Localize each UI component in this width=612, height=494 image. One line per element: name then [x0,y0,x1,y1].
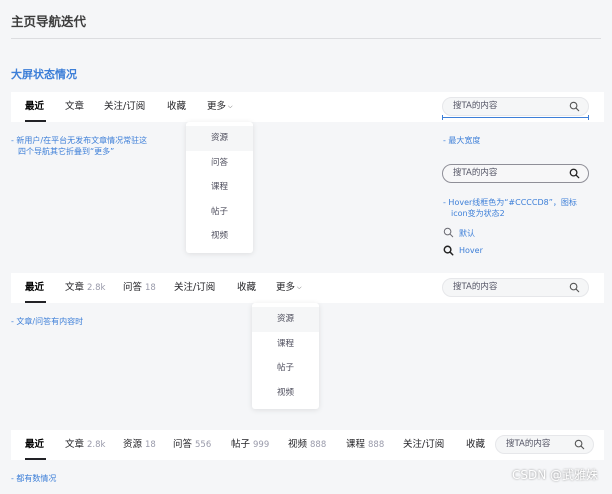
search-placeholder: 搜TA的内容 [453,101,498,111]
nav-tab-courses[interactable]: 课程 888 [346,430,384,460]
nav-tab-articles[interactable]: 文章 2.8k [65,430,105,460]
legend-default-label: 默认 [459,229,475,238]
nav-tab-label: 关注/订阅 [174,282,216,293]
nav-tab-recent[interactable]: 最近 [25,273,44,303]
nav-tab-articles[interactable]: 文章 [65,92,84,122]
nav-more-menu[interactable]: 更多 ⌵ [207,92,233,122]
search-input[interactable]: 搜TA的内容 [495,435,594,454]
dropdown-item-videos[interactable]: 视频 [186,224,253,249]
max-width-indicator [442,115,589,120]
nav-tab-count: 18 [145,440,156,450]
nav-tab-videos[interactable]: 视频 888 [288,430,326,460]
nav-tab-label: 视频 [288,439,308,450]
nav-tab-label: 收藏 [237,282,257,293]
nav-tab-following[interactable]: 关注/订阅 [403,430,444,460]
nav-tab-favorites[interactable]: 收藏 [167,92,186,122]
search-icon[interactable] [569,168,580,179]
dropdown-item-posts[interactable]: 帖子 [252,356,319,381]
page-title: 主页导航迭代 [11,14,87,29]
note-hover-line2: icon变为状态2 [451,209,505,218]
search-input[interactable]: 搜TA的内容 [442,97,589,116]
nav-tab-label: 最近 [25,439,45,450]
note-max-width: - 最大宽度 [443,136,481,145]
dropdown-item-resources[interactable]: 资源 [252,307,319,332]
dropdown-item-courses[interactable]: 课程 [252,332,319,357]
more-dropdown-menu: 资源 课程 帖子 视频 [252,303,319,409]
nav-tab-following[interactable]: 关注/订阅 [104,92,145,122]
nav-tab-count: 999 [253,440,270,450]
nav-tab-favorites[interactable]: 收藏 [237,273,256,303]
active-tab-underline [25,301,46,303]
nav-tab-label: 最近 [25,282,45,293]
nav-tab-favorites[interactable]: 收藏 [466,430,485,460]
nav-tab-resources[interactable]: 资源 18 [123,430,156,460]
nav-tab-count: 2.8k [87,283,106,293]
nav-tab-count: 18 [145,283,156,293]
active-tab-underline [25,458,46,460]
legend-hover-label: Hover [459,246,483,255]
nav-tab-label: 问答 [173,439,193,450]
nav-more-label: 更多 [276,282,296,293]
nav-more-label: 更多 [207,101,227,112]
chevron-down-icon: ⌵ [228,103,233,110]
dropdown-item-posts[interactable]: 帖子 [186,200,253,225]
search-icon[interactable] [574,439,585,450]
nav-tab-qa[interactable]: 问答 556 [173,430,211,460]
search-placeholder: 搜TA的内容 [506,439,551,449]
nav-tab-label: 帖子 [231,439,251,450]
note-article-qa: - 文章/问答有内容时 [11,317,84,326]
nav-tab-recent[interactable]: 最近 [25,92,44,122]
nav-more-menu[interactable]: 更多 ⌵ [276,273,302,303]
dropdown-item-courses[interactable]: 课程 [186,175,253,200]
search-icon-default [443,227,454,238]
note-new-user-line2: 四个导航其它折叠到“更多” [18,147,115,156]
nav-tab-count: 888 [368,440,385,450]
nav-tab-count: 2.8k [87,440,106,450]
note-all-data: - 都有数情况 [11,474,57,483]
nav-tab-count: 556 [195,440,212,450]
search-icon[interactable] [569,101,580,112]
nav-tab-qa[interactable]: 问答 18 [123,273,156,303]
section-title: 大屏状态情况 [11,68,77,81]
nav-tab-following[interactable]: 关注/订阅 [174,273,215,303]
dropdown-item-videos[interactable]: 视频 [252,381,319,406]
note-new-user-line1: - 新用户/在平台无发布文章情况常驻这 [11,136,148,145]
legend-default: 默认 [443,227,503,240]
legend-hover: Hover [443,245,503,258]
watermark: CSDN @武雅姝 [511,468,598,482]
nav-tab-recent[interactable]: 最近 [25,430,44,460]
more-dropdown-menu: 资源 问答 课程 帖子 视频 [186,122,253,253]
search-placeholder: 搜TA的内容 [453,282,498,292]
dropdown-item-qa[interactable]: 问答 [186,151,253,176]
nav-tab-count: 888 [310,440,327,450]
chevron-down-icon: ⌵ [297,284,302,291]
nav-tab-articles[interactable]: 文章 2.8k [65,273,105,303]
search-input[interactable]: 搜TA的内容 [442,278,589,297]
search-input-demo[interactable]: 搜TA的内容 [442,164,589,183]
nav-tab-label: 关注/订阅 [403,439,445,450]
nav-tab-label: 文章 [65,439,85,450]
nav-tab-label: 资源 [123,439,143,450]
dropdown-item-resources[interactable]: 资源 [186,126,253,151]
search-icon[interactable] [569,282,580,293]
nav-tab-label: 收藏 [466,439,486,450]
nav-tab-label: 文章 [65,282,85,293]
nav-tab-label: 问答 [123,282,143,293]
search-icon-hover [443,245,454,256]
search-placeholder: 搜TA的内容 [453,168,498,178]
nav-tab-label: 课程 [346,439,366,450]
nav-bar-partial: 最近 文章 2.8k 问答 18 关注/订阅 收藏 更多 ⌵ 搜TA的内容 [11,273,604,303]
title-divider [11,38,601,39]
nav-tab-posts[interactable]: 帖子 999 [231,430,269,460]
note-hover-line1: - Hover线框色为“#CCCCD8”，图标 [443,198,577,207]
nav-bar-full: 最近 文章 2.8k 资源 18 问答 556 帖子 999 视频 888 课程 888 关… [11,430,604,460]
active-tab-underline [25,120,46,122]
